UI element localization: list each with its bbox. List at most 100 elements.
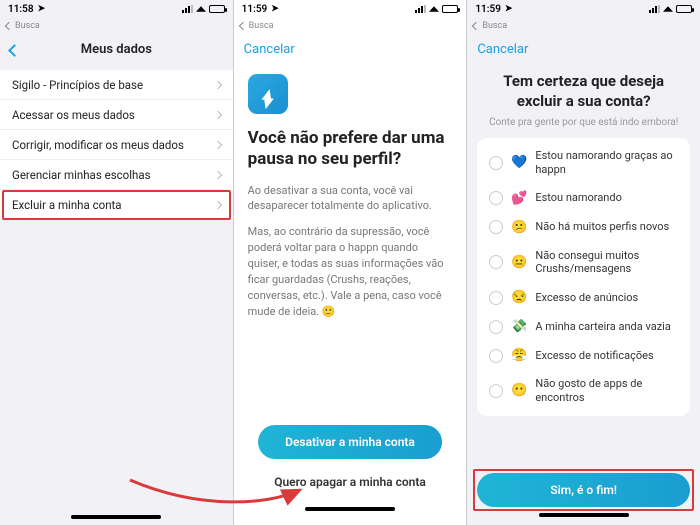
paragraph: Mas, ao contrário da supressão, você pod… [248,224,453,320]
emoji-icon: 😒 [511,290,527,305]
chevron-left-icon [472,22,480,30]
nav-header: Meus dados [0,34,233,64]
wifi-icon [196,6,206,12]
deactivate-button[interactable]: Desativar a minha conta [258,425,443,459]
option-label: Excesso de anúncios [535,291,678,305]
option-label: A minha carteira anda vazia [535,320,678,334]
reason-options: 💙 Estou namorando graças ao happn 💕 Esto… [477,138,690,416]
radio-icon [489,191,503,205]
status-time: 11:59 [242,4,268,15]
nav-header: Cancelar [467,34,700,64]
cancel-button[interactable]: Cancelar [244,42,295,57]
status-bar: 11:59 ➤ [467,0,700,18]
reason-option[interactable]: 😕 Não há muitos perfis novos [477,213,690,242]
battery-icon [676,5,692,13]
cancel-button[interactable]: Cancelar [477,42,528,57]
breadcrumb[interactable]: Busca [0,18,233,34]
heading: Você não prefere dar uma pausa no seu pe… [248,128,453,171]
paragraph: Ao desativar a sua conta, você vai desap… [248,183,453,215]
list-item-label: Acessar os meus dados [12,108,135,122]
emoji-icon: 😶 [511,383,527,398]
reason-option[interactable]: 💕 Estou namorando [477,184,690,213]
emoji-icon: 💙 [511,155,527,170]
wifi-icon [663,6,673,12]
breadcrumb[interactable]: Busca [234,18,467,34]
option-label: Excesso de notificações [535,349,678,363]
settings-list: Sigilo - Princípios de base Acessar os m… [0,70,233,220]
radio-icon [489,384,503,398]
back-search-label: Busca [15,21,40,31]
reason-option[interactable]: 😤 Excesso de notificações [477,341,690,370]
signal-icon [415,5,426,13]
list-item-access-data[interactable]: Acessar os meus dados [0,100,233,130]
chevron-right-icon [213,80,221,88]
screen-2-pause-prompt: 11:59 ➤ Busca Cancelar Você não prefere … [234,0,467,525]
location-arrow-icon: ➤ [271,4,279,14]
happn-app-icon [248,74,288,114]
emoji-icon: 😤 [511,348,527,363]
home-indicator [539,513,629,517]
reason-option[interactable]: 💙 Estou namorando graças ao happn [477,142,690,184]
home-indicator [305,507,395,511]
delete-account-link[interactable]: Quero apagar a minha conta [248,465,453,503]
list-item-delete-account[interactable]: Excluir a minha conta [0,190,233,220]
back-search-label: Busca [249,21,274,31]
list-item-manage-choices[interactable]: Gerenciar minhas escolhas [0,160,233,190]
page-title: Meus dados [0,42,233,57]
battery-icon [209,5,225,13]
signal-icon [182,5,193,13]
option-label: Não consegui muitos Crushs/mensagens [535,249,678,277]
option-label: Estou namorando [535,191,678,205]
reason-option[interactable]: 😶 Não gosto de apps de encontros [477,370,690,412]
emoji-icon: 😕 [511,220,527,235]
radio-icon [489,291,503,305]
chevron-left-icon [8,44,21,57]
list-item-correct-data[interactable]: Corrigir, modificar os meus dados [0,130,233,160]
status-time: 11:58 [8,4,34,15]
status-bar: 11:58 ➤ [0,0,233,18]
signal-icon [649,5,660,13]
screen-3-confirm-delete: 11:59 ➤ Busca Cancelar Tem certeza que d… [467,0,700,525]
reason-option[interactable]: 💸 A minha carteira anda vazia [477,312,690,341]
list-item-label: Corrigir, modificar os meus dados [12,138,184,152]
radio-icon [489,220,503,234]
nav-header: Cancelar [234,34,467,64]
location-arrow-icon: ➤ [505,4,513,14]
list-item-label: Gerenciar minhas escolhas [12,168,151,182]
chevron-right-icon [213,170,221,178]
chevron-left-icon [238,22,246,30]
wifi-icon [429,6,439,12]
radio-icon [489,156,503,170]
heading: Tem certeza que deseja excluir a sua con… [467,64,700,117]
radio-icon [489,349,503,363]
emoji-icon: 💕 [511,191,527,206]
breadcrumb[interactable]: Busca [467,18,700,34]
chevron-right-icon [213,200,221,208]
back-button[interactable] [10,40,19,59]
subheading: Conte pra gente por que está indo embora… [467,117,700,138]
list-item-label: Sigilo - Princípios de base [12,78,143,92]
back-search-label: Busca [482,21,507,31]
bottom-actions: Desativar a minha conta Quero apagar a m… [248,419,453,525]
reason-option[interactable]: 😒 Excesso de anúncios [477,283,690,312]
chevron-left-icon [5,22,13,30]
chevron-right-icon [213,140,221,148]
option-label: Estou namorando graças ao happn [535,149,678,177]
option-label: Não gosto de apps de encontros [535,377,678,405]
reason-option[interactable]: 😐 Não consegui muitos Crushs/mensagens [477,242,690,284]
location-arrow-icon: ➤ [38,4,46,14]
confirm-delete-button[interactable]: Sim, é o fim! [477,473,690,507]
radio-icon [489,255,503,269]
bolt-icon [261,88,274,100]
home-indicator [71,515,161,519]
list-item-privacy[interactable]: Sigilo - Princípios de base [0,70,233,100]
battery-icon [442,5,458,13]
status-time: 11:59 [475,4,501,15]
emoji-icon: 💸 [511,319,527,334]
status-bar: 11:59 ➤ [234,0,467,18]
option-label: Não há muitos perfis novos [535,220,678,234]
emoji-icon: 😐 [511,255,527,270]
chevron-right-icon [213,110,221,118]
list-item-label: Excluir a minha conta [12,198,122,212]
content-area: Você não prefere dar uma pausa no seu pe… [234,64,467,525]
